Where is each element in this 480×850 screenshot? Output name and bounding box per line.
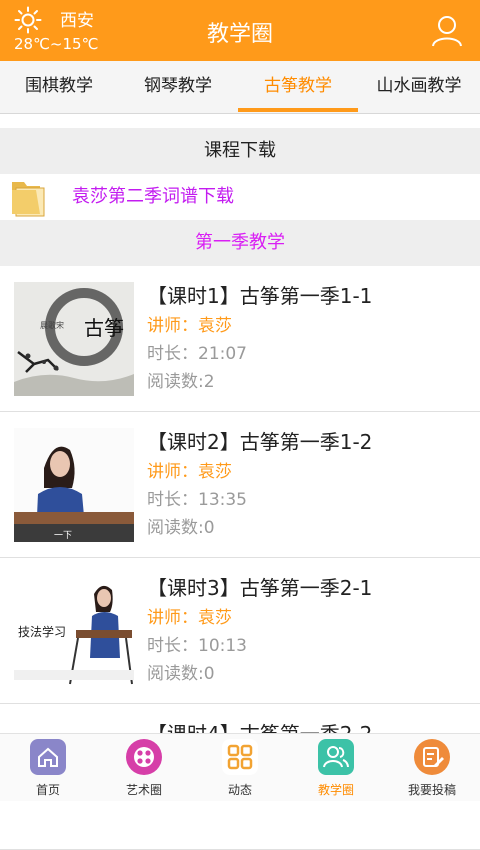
nav-teaching-circle[interactable]: 教学圈: [288, 734, 384, 801]
tab-piano[interactable]: 钢琴教学: [118, 61, 238, 113]
lesson-thumbnail: 一下: [14, 428, 134, 542]
nav-feed-label: 动态: [227, 783, 252, 797]
season-title: 第一季教学: [0, 220, 480, 266]
home-icon: [30, 739, 66, 775]
nav-teaching-label: 教学圈: [317, 783, 354, 797]
tab-go[interactable]: 围棋教学: [0, 61, 118, 113]
section-title: 课程下载: [0, 128, 480, 174]
lesson-item[interactable]: 技法学习 【课时3】古筝第一季2-1 讲师：袁莎 时长：10:13 阅读数:0: [0, 558, 480, 704]
nav-art-label: 艺术圈: [125, 783, 162, 797]
lesson-duration: 时长：10:13: [147, 636, 247, 656]
top-header: 西安 28℃~15℃ 教学圈: [0, 0, 480, 61]
thumbnail-caption: 技法学习: [18, 624, 66, 639]
download-item[interactable]: 袁莎第二季词谱下载: [0, 174, 480, 220]
download-link[interactable]: 袁莎第二季词谱下载: [72, 174, 234, 220]
lesson-title: 【课时2】古筝第一季1-2: [147, 430, 373, 454]
category-tabs: 围棋教学 钢琴教学 古筝教学 山水画教学: [0, 61, 480, 114]
folder-icon: [12, 182, 45, 217]
lesson-title: 【课时3】古筝第一季2-1: [147, 576, 373, 600]
lesson-teacher: 讲师：袁莎: [147, 608, 232, 628]
nav-feed[interactable]: 动态: [192, 734, 288, 801]
edit-icon: [414, 739, 450, 775]
thumbnail-caption: 一下: [54, 531, 72, 541]
bottom-navigation: 首页 艺术圈 动态 教学圈 我要投稿: [0, 733, 480, 801]
lesson-reads: 阅读数:0: [147, 518, 215, 538]
nav-home[interactable]: 首页: [0, 734, 96, 801]
lesson-item[interactable]: 一下 【课时2】古筝第一季1-2 讲师：袁莎 时长：13:35 阅读数:0: [0, 412, 480, 558]
page-title: 教学圈: [206, 22, 273, 47]
lesson-duration: 时长：13:35: [147, 490, 247, 510]
lesson-teacher: 讲师：袁莎: [147, 316, 232, 336]
tab-landscape-painting[interactable]: 山水画教学: [358, 61, 480, 113]
thumbnail-calligraphy: 古筝: [84, 316, 124, 340]
nav-art-circle[interactable]: 艺术圈: [96, 734, 192, 801]
lesson-title: 【课时1】古筝第一季1-1: [147, 284, 373, 308]
lesson-thumbnail: 技法学习: [14, 574, 134, 688]
user-icon[interactable]: [430, 14, 464, 48]
lesson-teacher: 讲师：袁莎: [147, 462, 232, 482]
nav-home-label: 首页: [35, 783, 60, 797]
grid-icon: [222, 739, 258, 775]
lesson-reads: 阅读数:2: [147, 372, 215, 392]
lesson-thumbnail: 古筝 晨歌宋: [14, 282, 134, 396]
lesson-duration: 时长：21:07: [147, 344, 247, 364]
lesson-reads: 阅读数:0: [147, 664, 215, 684]
nav-submit[interactable]: 我要投稿: [384, 734, 480, 801]
tab-guzheng[interactable]: 古筝教学: [238, 61, 358, 113]
thumbnail-caption: 晨歌宋: [40, 320, 64, 330]
film-reel-icon: [126, 739, 162, 775]
lesson-item[interactable]: 古筝 晨歌宋 【课时1】古筝第一季1-1 讲师：袁莎 时长：21:07 阅读数:…: [0, 266, 480, 412]
active-tab-indicator: [238, 108, 358, 112]
nav-submit-label: 我要投稿: [407, 783, 456, 797]
people-icon: [318, 739, 354, 775]
